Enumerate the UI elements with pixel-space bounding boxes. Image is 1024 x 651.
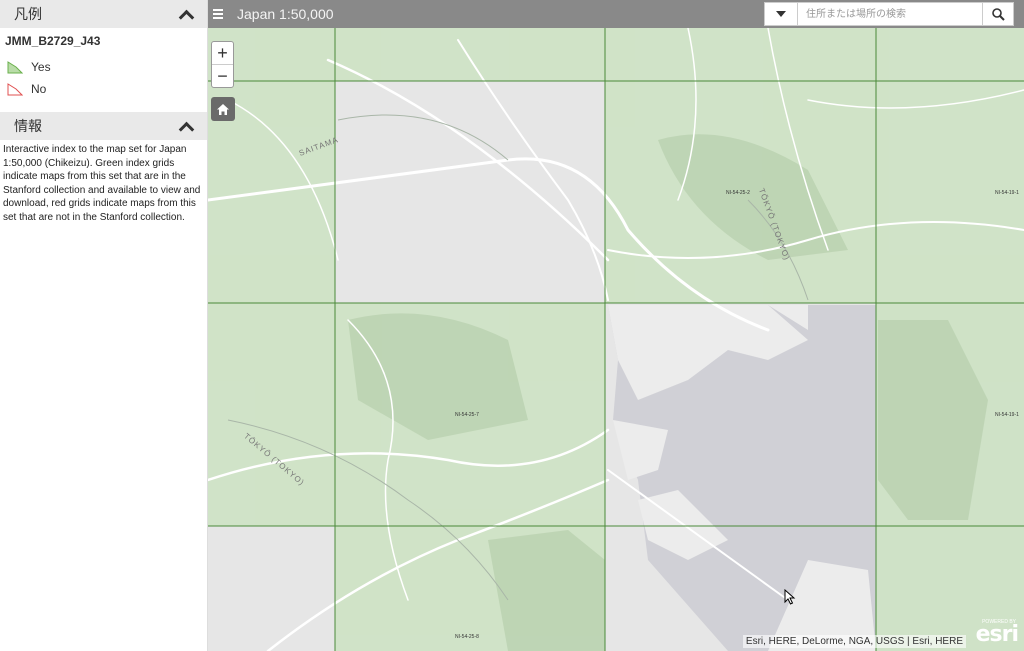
esri-logo[interactable]: esri — [976, 622, 1019, 647]
grid-label: NI-54-25-8 — [455, 634, 479, 640]
search-source-dropdown[interactable] — [765, 3, 798, 25]
grid-label: NI-54-19-1 — [995, 412, 1019, 418]
grid-label: NI-54-19-1 — [995, 190, 1019, 196]
legend-layer-name: JMM_B2729_J43 — [5, 34, 101, 48]
grid-label: NI-54-25-2 — [726, 190, 750, 196]
map-attribution[interactable]: Esri, HERE, DeLorme, NGA, USGS | Esri, H… — [742, 635, 966, 648]
search-widget — [764, 2, 1014, 26]
info-header[interactable]: 情報 — [0, 112, 207, 140]
home-button[interactable] — [211, 97, 235, 121]
app-title: Japan 1:50,000 — [237, 6, 334, 22]
zoom-in-button[interactable]: + — [212, 42, 233, 64]
legend-title: 凡例 — [14, 6, 42, 22]
home-icon — [217, 103, 229, 115]
info-description: Interactive index to the map set for Jap… — [3, 144, 201, 223]
mouse-cursor-icon — [784, 589, 796, 605]
search-input[interactable] — [798, 3, 982, 25]
legend-label-no: No — [31, 82, 47, 96]
zoom-out-button[interactable]: − — [212, 64, 233, 87]
zoom-control: + − — [211, 41, 234, 88]
collapse-chevron-icon[interactable] — [179, 7, 193, 21]
legend-item-no: No — [0, 78, 207, 100]
menu-icon[interactable] — [213, 7, 223, 21]
grid-label: NI-54-25-7 — [455, 412, 479, 418]
collapse-chevron-icon[interactable] — [179, 119, 193, 133]
app-header: Japan 1:50,000 — [208, 0, 1024, 28]
basemap — [208, 0, 1024, 651]
map-view[interactable]: NI-54-25-2 NI-54-19-1 NI-54-25-7 NI-54-1… — [208, 0, 1024, 651]
search-icon[interactable] — [982, 3, 1013, 25]
legend-item-yes: Yes — [0, 56, 207, 78]
red-swatch-icon — [7, 83, 23, 96]
info-title: 情報 — [14, 118, 42, 134]
legend-header[interactable]: 凡例 — [0, 0, 207, 28]
legend-label-yes: Yes — [31, 60, 51, 74]
sidebar: 凡例 JMM_B2729_J43 Yes No 情報 Interactive i… — [0, 0, 208, 651]
green-swatch-icon — [7, 61, 23, 74]
